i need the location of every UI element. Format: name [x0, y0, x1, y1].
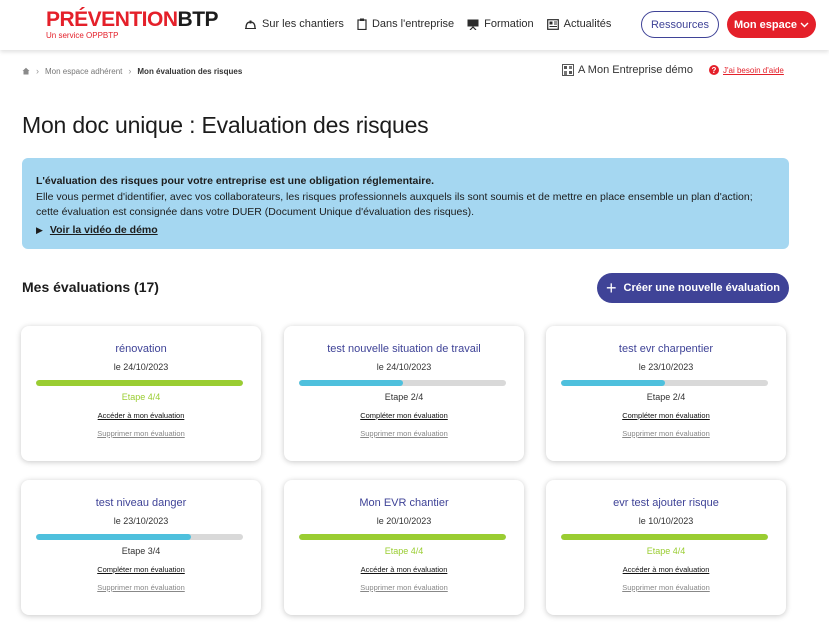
info-box: L'évaluation des risques pour votre entr…	[22, 158, 789, 249]
card-action-link[interactable]: Compléter mon évaluation	[546, 411, 786, 420]
card-delete-link[interactable]: Supprimer mon évaluation	[21, 583, 261, 592]
newspaper-icon	[546, 18, 559, 30]
main-nav: Sur les chantiers Dans l'entreprise Form…	[244, 16, 624, 32]
ressources-button[interactable]: Ressources	[641, 11, 719, 38]
create-evaluation-label: Créer une nouvelle évaluation	[623, 282, 781, 294]
progress-bar	[561, 534, 768, 540]
card-action-link[interactable]: Accéder à mon évaluation	[546, 565, 786, 574]
card-step: Etape 4/4	[384, 546, 424, 556]
evaluation-card: evr test ajouter risque le 10/10/2023 Et…	[546, 480, 786, 615]
chevron-down-icon	[800, 22, 809, 27]
company-label: A Mon Entreprise démo	[578, 64, 693, 76]
card-step: Etape 4/4	[646, 546, 686, 556]
evaluation-card: rénovation le 24/10/2023 Etape 4/4 Accéd…	[21, 326, 261, 461]
card-title[interactable]: evr test ajouter risque	[546, 497, 786, 509]
page-title: Mon doc unique : Evaluation des risques	[22, 112, 429, 138]
card-date: le 24/10/2023	[376, 362, 432, 372]
breadcrumb-separator: ›	[36, 66, 39, 76]
logo[interactable]: PRÉVENTIONBTP Un service OPPBTP	[46, 8, 219, 41]
card-action-link[interactable]: Accéder à mon évaluation	[284, 565, 524, 574]
progress-fill	[561, 380, 665, 386]
card-date: le 23/10/2023	[638, 362, 694, 372]
nav-item-entreprise[interactable]: Dans l'entreprise	[357, 16, 454, 32]
presentation-board-icon	[467, 19, 479, 30]
card-step: Etape 3/4	[121, 546, 161, 556]
logo-subtitle: Un service OPPBTP	[46, 31, 119, 40]
nav-label: Actualités	[563, 18, 612, 30]
card-date: le 24/10/2023	[113, 362, 169, 372]
card-title[interactable]: rénovation	[21, 343, 261, 355]
nav-item-actualites[interactable]: Actualités	[546, 16, 612, 32]
hardhat-icon	[245, 20, 256, 29]
card-step: Etape 2/4	[646, 392, 686, 402]
video-label: Voir la vidéo de démo	[49, 223, 158, 236]
breadcrumb: › Mon espace adhérent › Mon évaluation d…	[22, 66, 242, 76]
nav-item-formation[interactable]: Formation	[467, 16, 534, 32]
card-delete-link[interactable]: Supprimer mon évaluation	[546, 429, 786, 438]
progress-fill	[299, 534, 506, 540]
card-action-link[interactable]: Accéder à mon évaluation	[21, 411, 261, 420]
plus-icon: +	[605, 278, 617, 298]
help-label: J'ai besoin d'aide	[723, 65, 784, 75]
evaluation-card: test evr charpentier le 23/10/2023 Etape…	[546, 326, 786, 461]
home-icon[interactable]	[22, 67, 30, 75]
site-header: PRÉVENTIONBTP Un service OPPBTP Sur les …	[0, 0, 829, 50]
breadcrumb-item[interactable]: Mon espace adhérent	[45, 67, 122, 76]
nav-label: Formation	[484, 18, 534, 30]
create-evaluation-button[interactable]: + Créer une nouvelle évaluation	[597, 273, 789, 303]
evaluations-title: Mes évaluations (17)	[22, 279, 159, 295]
card-date: le 23/10/2023	[113, 516, 169, 526]
card-delete-link[interactable]: Supprimer mon évaluation	[21, 429, 261, 438]
card-action-link[interactable]: Compléter mon évaluation	[21, 565, 261, 574]
building-icon	[562, 64, 574, 76]
card-delete-link[interactable]: Supprimer mon évaluation	[284, 429, 524, 438]
clipboard-icon	[357, 18, 367, 30]
mon-espace-label: Mon espace	[734, 18, 797, 31]
progress-bar	[36, 534, 243, 540]
progress-bar	[561, 380, 768, 386]
card-step: Etape 2/4	[384, 392, 424, 402]
breadcrumb-current: Mon évaluation des risques	[137, 66, 243, 76]
card-step: Etape 4/4	[121, 392, 161, 402]
card-title[interactable]: test evr charpentier	[546, 343, 786, 355]
nav-label: Sur les chantiers	[262, 18, 344, 30]
info-strong: L'évaluation des risques pour votre entr…	[36, 175, 435, 187]
play-icon: ▶	[36, 224, 43, 235]
nav-item-chantiers[interactable]: Sur les chantiers	[244, 16, 344, 32]
company-selector[interactable]: A Mon Entreprise démo	[562, 64, 693, 76]
nav-label: Dans l'entreprise	[371, 18, 455, 30]
progress-fill	[36, 534, 192, 540]
progress-bar	[299, 534, 506, 540]
card-action-link[interactable]: Compléter mon évaluation	[284, 411, 524, 420]
progress-bar	[36, 380, 243, 386]
card-delete-link[interactable]: Supprimer mon évaluation	[284, 583, 524, 592]
card-date: le 20/10/2023	[376, 516, 432, 526]
progress-bar	[299, 380, 506, 386]
info-text: Elle vous permet d'identifier, avec vos …	[36, 190, 753, 219]
logo-main: PRÉVENTION	[46, 8, 178, 31]
progress-fill	[36, 380, 243, 386]
progress-fill	[299, 380, 403, 386]
card-delete-link[interactable]: Supprimer mon évaluation	[546, 583, 786, 592]
video-demo-link[interactable]: ▶ Voir la vidéo de démo	[36, 223, 767, 239]
help-icon: ?	[709, 65, 719, 75]
evaluation-card: test nouvelle situation de travail le 24…	[284, 326, 524, 461]
help-link[interactable]: ? J'ai besoin d'aide	[709, 65, 784, 75]
card-date: le 10/10/2023	[638, 516, 694, 526]
card-title[interactable]: test nouvelle situation de travail	[284, 343, 524, 355]
mon-espace-button[interactable]: Mon espace	[727, 11, 816, 38]
progress-fill	[561, 534, 768, 540]
logo-btp: BTP	[177, 8, 219, 31]
card-title[interactable]: Mon EVR chantier	[284, 497, 524, 509]
card-title[interactable]: test niveau danger	[21, 497, 261, 509]
evaluation-card: Mon EVR chantier le 20/10/2023 Etape 4/4…	[284, 480, 524, 615]
breadcrumb-separator: ›	[128, 66, 132, 76]
evaluation-card: test niveau danger le 23/10/2023 Etape 3…	[21, 480, 261, 615]
